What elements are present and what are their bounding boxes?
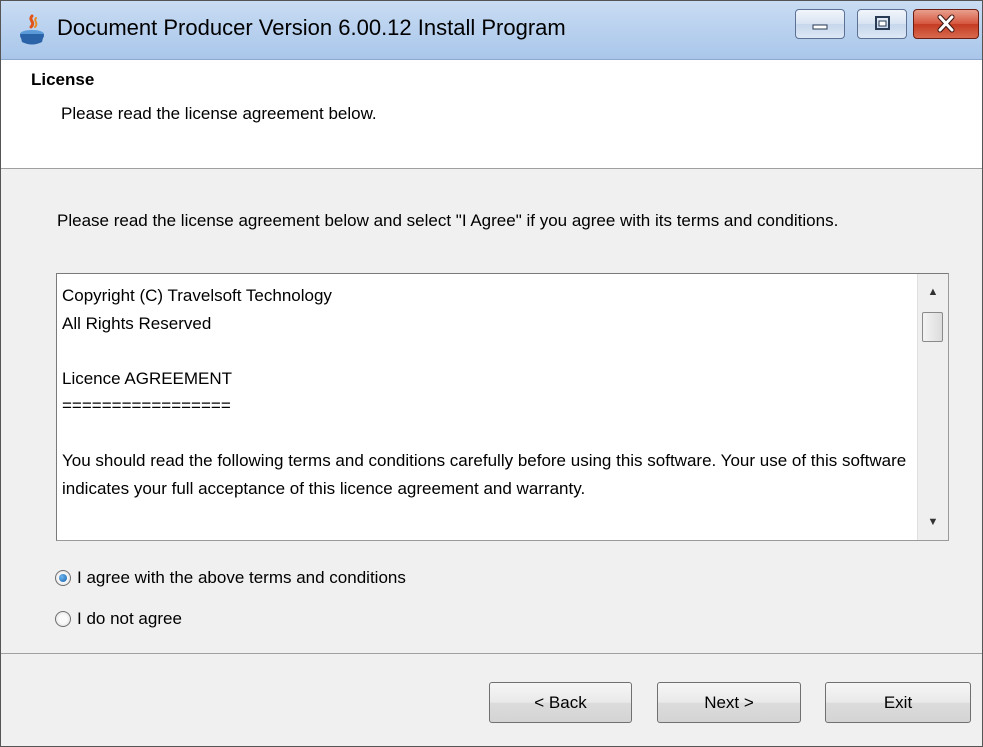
license-textbox[interactable]: Copyright (C) Travelsoft Technology All …	[56, 273, 949, 541]
next-button[interactable]: Next >	[657, 682, 801, 723]
footer-divider	[1, 653, 982, 654]
license-text: Copyright (C) Travelsoft Technology All …	[62, 282, 912, 502]
header-panel: License Please read the license agreemen…	[1, 60, 982, 169]
license-line: Copyright (C) Travelsoft Technology	[62, 286, 332, 305]
back-button[interactable]: < Back	[489, 682, 632, 723]
license-scrollbar[interactable]: ▲ ▼	[917, 274, 948, 540]
license-line: All Rights Reserved	[62, 313, 212, 333]
scroll-up-arrow-icon[interactable]: ▲	[918, 278, 948, 306]
close-button[interactable]	[913, 9, 979, 39]
license-line	[62, 337, 912, 365]
agree-label: I agree with the above terms and conditi…	[77, 568, 406, 587]
title-bar[interactable]: Document Producer Version 6.00.12 Instal…	[1, 1, 982, 60]
close-icon	[937, 14, 955, 33]
license-line: You should read the following terms and …	[62, 451, 907, 498]
instruction-text: Please read the license agreement below …	[57, 211, 839, 230]
exit-button[interactable]: Exit	[825, 682, 971, 723]
license-line: Licence AGREEMENT	[62, 368, 233, 388]
agree-option[interactable]: I agree with the above terms and conditi…	[55, 565, 406, 591]
page-subtitle: Please read the license agreement below.	[61, 104, 377, 123]
license-line	[62, 420, 912, 448]
minimize-button[interactable]	[795, 9, 845, 39]
window-title: Document Producer Version 6.00.12 Instal…	[57, 15, 566, 40]
agree-radio[interactable]	[55, 570, 71, 586]
minimize-icon	[812, 24, 828, 30]
disagree-option[interactable]: I do not agree	[55, 606, 182, 632]
installer-app-icon	[20, 14, 44, 45]
license-line: =================	[62, 396, 231, 415]
maximize-button[interactable]	[857, 9, 907, 39]
installer-window: Document Producer Version 6.00.12 Instal…	[0, 0, 983, 747]
disagree-radio[interactable]	[55, 611, 71, 627]
page-title: License	[31, 70, 95, 89]
disagree-label: I do not agree	[77, 609, 182, 628]
maximize-icon	[875, 16, 890, 30]
scroll-thumb[interactable]	[922, 312, 943, 342]
scroll-down-arrow-icon[interactable]: ▼	[918, 508, 948, 536]
